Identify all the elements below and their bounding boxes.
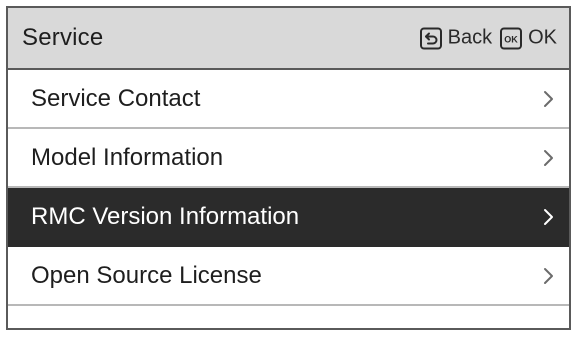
header-bar: Service Back OK OK xyxy=(8,8,569,70)
chevron-right-icon xyxy=(541,208,555,226)
menu-item-label: Open Source License xyxy=(31,261,262,289)
back-label: Back xyxy=(447,26,493,49)
chevron-right-icon xyxy=(541,149,555,167)
menu-item-label: RMC Version Information xyxy=(31,202,300,230)
svg-text:OK: OK xyxy=(504,34,518,44)
menu-item-label: Service Contact xyxy=(31,84,201,112)
menu-item-service-contact[interactable]: Service Contact xyxy=(8,70,569,129)
header-controls: Back OK OK xyxy=(419,26,557,50)
menu-item-model-information[interactable]: Model Information xyxy=(8,129,569,188)
ok-key-icon: OK xyxy=(500,27,523,49)
chevron-right-icon xyxy=(541,267,555,285)
page-title: Service xyxy=(22,24,104,51)
menu-item-label: Model Information xyxy=(31,143,224,171)
ok-label: OK xyxy=(528,26,557,49)
chevron-right-icon xyxy=(541,90,555,108)
menu-item-open-source-license[interactable]: Open Source License xyxy=(8,247,569,306)
return-arrow-icon xyxy=(419,27,442,49)
service-screen: Service Back OK OK Service Contact Model… xyxy=(6,6,571,330)
menu-item-rmc-version-information[interactable]: RMC Version Information xyxy=(8,188,569,247)
back-button[interactable]: Back xyxy=(419,26,493,50)
service-menu-list: Service Contact Model Information RMC Ve… xyxy=(8,70,569,306)
ok-button[interactable]: OK OK xyxy=(500,27,557,50)
